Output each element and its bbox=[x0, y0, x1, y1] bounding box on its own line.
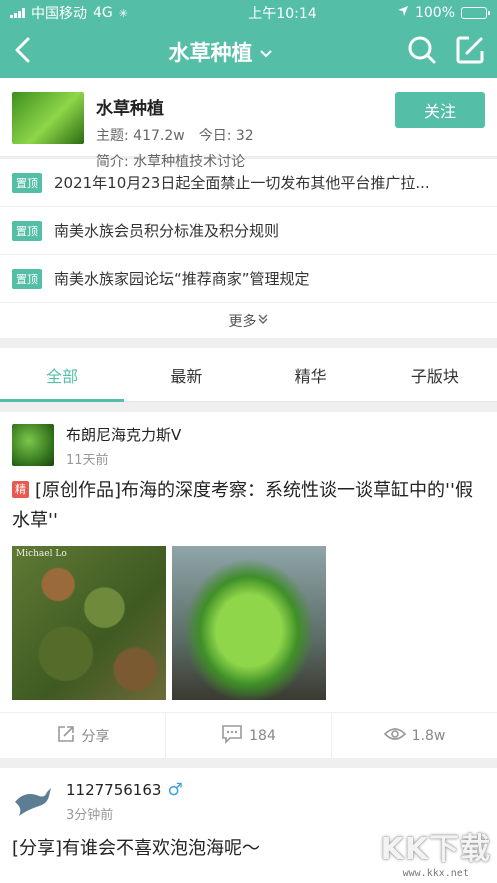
status-bar: 中国移动 4G ✳ 上午10:14 100% bbox=[0, 0, 497, 26]
author-name[interactable]: 布朗尼海克力斯Ⅴ bbox=[66, 424, 181, 445]
compose-icon[interactable] bbox=[455, 35, 485, 69]
pinned-tag: 置顶 bbox=[12, 220, 42, 241]
forum-name: 水草种植 bbox=[96, 99, 164, 119]
network-type: 4G bbox=[93, 5, 113, 21]
pinned-title: 南美水族家园论坛“推荐商家”管理规定 bbox=[54, 270, 310, 288]
comment-button[interactable]: 184 bbox=[166, 713, 332, 758]
post-title[interactable]: 精 [原创作品]布海的深度考察：系统性谈一谈草缸中的''假水草'' bbox=[0, 468, 497, 536]
avatar[interactable] bbox=[12, 780, 54, 822]
pinned-tag: 置顶 bbox=[12, 172, 42, 193]
comment-icon bbox=[221, 724, 243, 748]
forum-header: 水草种植 主题: 417.2w 今日: 32 简介: 水草种植技术讨论 关注 bbox=[0, 78, 497, 170]
forum-description: 简介: 水草种植技术讨论 bbox=[96, 154, 246, 170]
battery-percent: 100% bbox=[414, 5, 455, 21]
essence-badge: 精 bbox=[12, 481, 29, 498]
pinned-list: 置顶 2021年10月23日起全面禁止一切发布其他平台推广拉... 置顶 南美水… bbox=[0, 158, 497, 338]
pinned-title: 南美水族会员积分标准及积分规则 bbox=[54, 222, 280, 240]
post-time: 11天前 bbox=[66, 453, 109, 468]
eye-icon bbox=[383, 726, 406, 746]
view-count: 1.8w bbox=[411, 727, 446, 744]
male-icon: ♂ bbox=[167, 780, 183, 800]
site-watermark: KK下载 www.kkx.net bbox=[381, 824, 492, 879]
location-icon bbox=[397, 5, 409, 21]
nav-bar: 水草种植 bbox=[0, 26, 497, 78]
carrier: 中国移动 bbox=[31, 6, 87, 22]
clock: 上午10:14 bbox=[248, 6, 317, 22]
tab-essence[interactable]: 精华 bbox=[249, 348, 373, 401]
follow-button[interactable]: 关注 bbox=[395, 92, 485, 128]
tab-indicator bbox=[0, 399, 124, 402]
header: 中国移动 4G ✳ 上午10:14 100% 水草种植 bbox=[0, 0, 497, 78]
avatar[interactable] bbox=[12, 424, 54, 466]
loading-icon: ✳ bbox=[118, 6, 128, 20]
pinned-item[interactable]: 置顶 南美水族会员积分标准及积分规则 bbox=[0, 206, 497, 254]
pinned-tag: 置顶 bbox=[12, 268, 42, 289]
post-time: 3分钟前 bbox=[66, 808, 114, 823]
watermark-logo: KK下载 bbox=[380, 832, 491, 867]
watermark-url: www.kkx.net bbox=[402, 868, 469, 879]
views: 1.8w bbox=[332, 713, 497, 758]
whale-icon bbox=[15, 788, 51, 816]
double-chevron-down-icon bbox=[257, 313, 269, 329]
tab-all[interactable]: 全部 bbox=[0, 348, 124, 401]
nav-title: 水草种植 bbox=[168, 41, 253, 65]
share-button[interactable]: 分享 bbox=[0, 713, 166, 758]
tab-latest[interactable]: 最新 bbox=[124, 348, 248, 401]
topic-count: 主题: 417.2w bbox=[96, 128, 185, 144]
author-name[interactable]: 1127756163 bbox=[66, 781, 161, 799]
post-image[interactable]: Michael Lo bbox=[12, 546, 166, 700]
back-arrow-icon[interactable] bbox=[12, 37, 34, 67]
post-title-text: [原创作品]布海的深度考察：系统性谈一谈草缸中的''假水草'' bbox=[12, 480, 473, 531]
more-button[interactable]: 更多 bbox=[0, 302, 497, 338]
comment-count: 184 bbox=[249, 727, 276, 744]
post-card[interactable]: 布朗尼海克力斯Ⅴ 11天前 精 [原创作品]布海的深度考察：系统性谈一谈草缸中的'… bbox=[0, 412, 497, 758]
more-label: 更多 bbox=[228, 313, 257, 330]
today-count: 今日: 32 bbox=[198, 128, 254, 144]
image-watermark: Michael Lo bbox=[16, 549, 67, 559]
search-icon[interactable] bbox=[407, 35, 437, 69]
tab-subforums[interactable]: 子版块 bbox=[373, 348, 497, 401]
post-actions: 分享 184 1.8w bbox=[0, 712, 497, 758]
signal-icon bbox=[10, 8, 25, 18]
post-image[interactable] bbox=[172, 546, 326, 700]
chevron-down-icon bbox=[259, 40, 273, 64]
share-icon bbox=[56, 724, 76, 748]
share-label: 分享 bbox=[81, 728, 110, 745]
pinned-title: 2021年10月23日起全面禁止一切发布其他平台推广拉... bbox=[54, 174, 430, 192]
tab-bar: 全部 最新 精华 子版块 bbox=[0, 348, 497, 402]
battery-icon bbox=[461, 7, 490, 19]
forum-thumbnail bbox=[12, 92, 84, 144]
forum-switcher[interactable]: 水草种植 bbox=[169, 37, 273, 67]
pinned-item[interactable]: 置顶 南美水族家园论坛“推荐商家”管理规定 bbox=[0, 254, 497, 302]
